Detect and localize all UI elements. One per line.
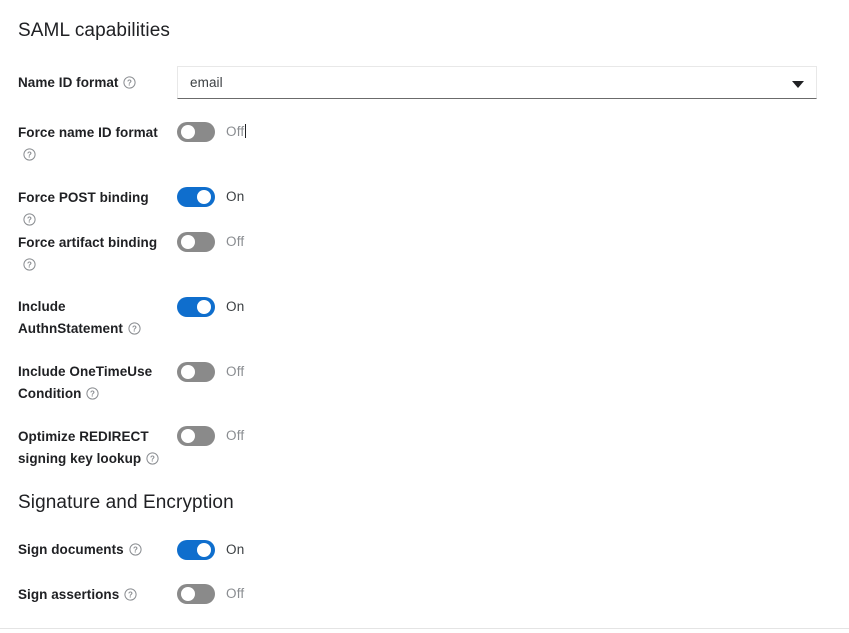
label-include-authnstatement: Include AuthnStatement? <box>18 296 166 339</box>
svg-text:?: ? <box>133 545 138 554</box>
toggle-knob <box>197 300 211 314</box>
toggle-include-authnstatement[interactable] <box>177 297 215 317</box>
toggle-state-force-post-binding: On <box>226 189 245 204</box>
help-circle-icon[interactable]: ? <box>23 257 36 271</box>
svg-text:?: ? <box>128 590 133 599</box>
help-circle-icon[interactable]: ? <box>146 451 159 465</box>
help-circle-icon[interactable]: ? <box>23 147 36 161</box>
toggle-state-sign-assertions: Off <box>226 586 245 601</box>
svg-text:?: ? <box>27 150 32 159</box>
text-caret <box>245 124 247 138</box>
toggle-include-onetimeuse-condition[interactable] <box>177 362 215 382</box>
svg-text:?: ? <box>90 389 95 398</box>
help-circle-icon[interactable]: ? <box>124 588 137 601</box>
label-force-name-id-format: Force name ID format? <box>18 122 166 165</box>
help-circle-icon[interactable]: ? <box>23 212 36 226</box>
toggle-state-optimize-redirect-signing-key-lookup: Off <box>226 428 245 443</box>
label-name-id-format: Name ID format? <box>18 72 166 94</box>
saml-settings-panel: SAML capabilities Name ID format? email … <box>0 0 849 633</box>
toggle-force-post-binding[interactable] <box>177 187 215 207</box>
label-optimize-redirect-signing-key-lookup: Optimize REDIRECT signing key lookup? <box>18 426 166 469</box>
bottom-divider <box>0 628 849 629</box>
toggle-state-force-artifact-binding: Off <box>226 234 245 249</box>
toggle-state-sign-documents: On <box>226 542 245 557</box>
svg-text:?: ? <box>27 215 32 224</box>
section-heading-signature-and-encryption: Signature and Encryption <box>18 492 234 513</box>
toggle-knob <box>181 235 195 249</box>
label-text: Force POST binding <box>18 190 149 205</box>
toggle-knob <box>181 587 195 601</box>
help-circle-icon[interactable]: ? <box>129 543 142 556</box>
label-text: Sign documents <box>18 542 124 557</box>
toggle-state-text: Off <box>226 124 245 139</box>
help-circle-icon[interactable]: ? <box>123 76 137 89</box>
label-text: Include OneTimeUse Condition <box>18 364 153 401</box>
toggle-knob <box>181 429 195 443</box>
toggle-force-name-id-format[interactable] <box>177 122 215 142</box>
toggle-state-force-name-id-format: Off <box>226 124 247 139</box>
toggle-force-artifact-binding[interactable] <box>177 232 215 252</box>
toggle-knob <box>197 543 211 557</box>
label-text: Force artifact binding <box>18 235 158 250</box>
section-heading-saml-capabilities: SAML capabilities <box>18 20 171 41</box>
toggle-knob <box>181 365 195 379</box>
svg-text:?: ? <box>27 260 32 269</box>
label-sign-documents: Sign documents? <box>18 539 166 561</box>
toggle-state-include-onetimeuse-condition: Off <box>226 364 245 379</box>
label-text: Optimize REDIRECT signing key lookup <box>18 429 149 466</box>
toggle-optimize-redirect-signing-key-lookup[interactable] <box>177 426 215 446</box>
svg-text:?: ? <box>150 454 155 463</box>
svg-text:?: ? <box>128 78 133 87</box>
toggle-knob <box>197 190 211 204</box>
label-text: Name ID format <box>18 75 119 90</box>
label-sign-assertions: Sign assertions? <box>18 584 166 606</box>
help-circle-icon[interactable]: ? <box>86 386 100 400</box>
toggle-knob <box>181 125 195 139</box>
help-circle-icon[interactable]: ? <box>128 321 141 335</box>
name-id-format-select[interactable]: email <box>177 66 817 99</box>
name-id-format-selected-value: email <box>190 75 223 90</box>
label-include-onetimeuse-condition: Include OneTimeUse Condition? <box>18 361 166 404</box>
svg-text:?: ? <box>132 324 137 333</box>
label-force-post-binding: Force POST binding? <box>18 187 166 230</box>
toggle-state-include-authnstatement: On <box>226 299 245 314</box>
toggle-sign-assertions[interactable] <box>177 584 215 604</box>
label-text: Force name ID format <box>18 125 158 140</box>
label-force-artifact-binding: Force artifact binding? <box>18 232 166 275</box>
chevron-down-icon[interactable] <box>792 81 804 88</box>
label-text: Sign assertions <box>18 587 120 602</box>
toggle-sign-documents[interactable] <box>177 540 215 560</box>
label-text: Include AuthnStatement <box>18 299 123 336</box>
